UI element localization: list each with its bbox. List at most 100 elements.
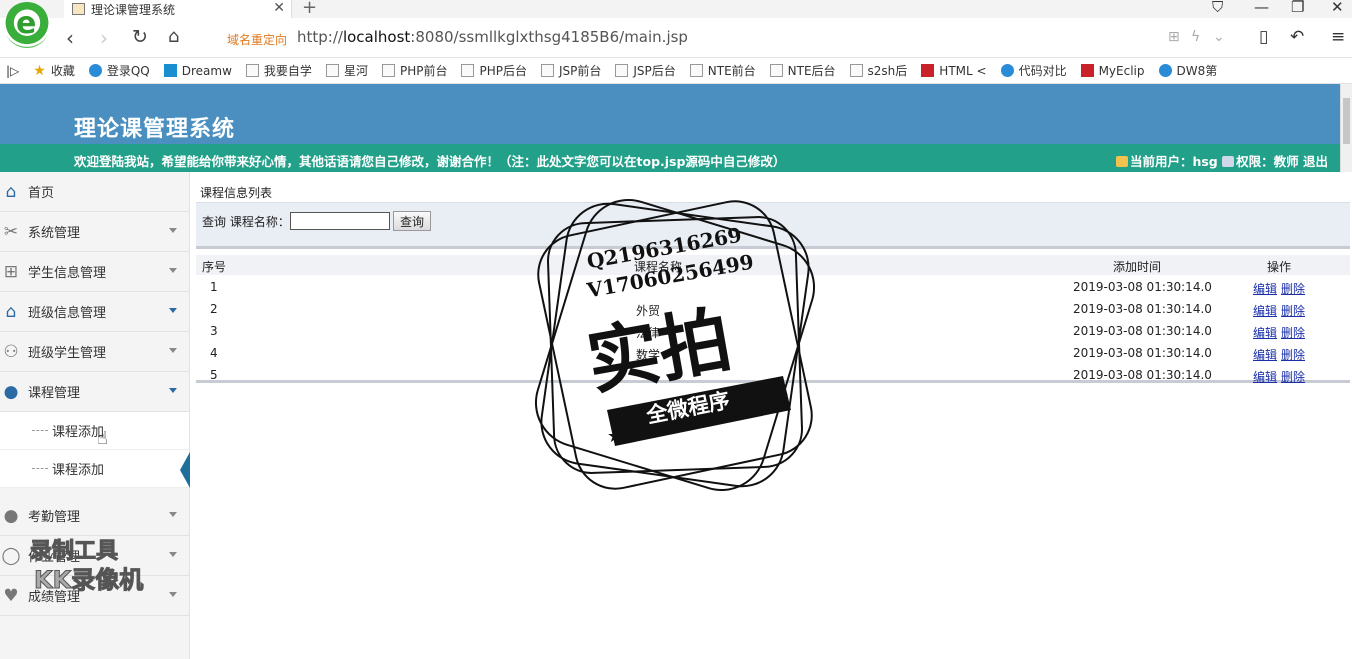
bookmark-item[interactable]: HTML < (921, 64, 987, 78)
sidebar-item-students[interactable]: ⊞ 学生信息管理 (0, 252, 189, 292)
browser-logo-icon: e (4, 2, 50, 48)
edit-link[interactable]: 编辑 (1253, 304, 1277, 318)
apps-grid-icon[interactable]: ⊞ (1168, 29, 1180, 45)
sidebar-item-grades[interactable]: ♥ 成绩管理 (0, 576, 189, 616)
page-icon (615, 64, 629, 77)
reload-icon[interactable]: ↻ (132, 26, 148, 48)
row-course-name: 法律 (636, 326, 661, 340)
tools-icon: ✂ (3, 221, 19, 242)
main-content: 课程信息列表 查询 课程名称： 查询 序号 课程名称 添加时间 操作 1 2019… (196, 172, 1352, 659)
column-header: 序号 (202, 260, 227, 274)
edit-link[interactable]: 编辑 (1253, 370, 1277, 384)
bookmark-item[interactable]: NTE后台 (769, 62, 836, 79)
tab-title: 理论课管理系统 (91, 2, 176, 17)
bookmark-item[interactable]: 我要自学 (245, 62, 312, 79)
close-window-icon[interactable]: ✕ (1331, 0, 1344, 16)
search-button[interactable]: 查询 (393, 211, 431, 231)
sidebar: ⌂ 首页 ✂ 系统管理 ⊞ 学生信息管理 ⌂ 班级信息管理 ⚇ 班级学生管理 ●… (0, 172, 190, 659)
back-icon[interactable]: ‹ (66, 26, 74, 50)
bookmark-item[interactable]: ★ 收藏 (33, 62, 75, 79)
maximize-icon[interactable]: ❐ (1291, 0, 1304, 16)
sidebar-subitem-course-add[interactable]: 课程添加 (0, 412, 189, 450)
bookmark-item[interactable]: PHP前台 (381, 62, 447, 79)
delete-link[interactable]: 删除 (1281, 282, 1305, 296)
course-name-search-input[interactable] (290, 212, 390, 230)
column-header: 添加时间 (1113, 260, 1162, 274)
page-icon (381, 64, 395, 77)
row-added-time: 2019-03-08 01:30:14.0 (1073, 302, 1212, 316)
row-course-name: 数学 (636, 348, 661, 362)
bookmarks-toggle-icon[interactable]: |▷ (6, 64, 19, 78)
bookmark-item[interactable]: JSP后台 (615, 62, 676, 79)
user-info: 当前用户：hsg 权限：教师 退出 (1115, 151, 1328, 170)
page-icon (689, 64, 703, 77)
reader-icon[interactable]: ▯ (1259, 27, 1268, 47)
course-table: 序号 课程名称 添加时间 操作 1 2019-03-08 01:30:14.0 编辑… (196, 246, 1350, 384)
table-row: 5 2019-03-08 01:30:14.0 编辑 删除 (196, 365, 1350, 387)
page-icon (325, 64, 339, 77)
delete-link[interactable]: 删除 (1281, 304, 1305, 318)
bookmark-item[interactable]: 星河 (325, 62, 368, 79)
delete-link[interactable]: 删除 (1281, 348, 1305, 362)
bookmark-item[interactable]: NTE前台 (689, 62, 756, 79)
header-scrollbar[interactable] (1340, 84, 1352, 172)
user-icon (1115, 156, 1128, 167)
bookmark-item[interactable]: 登录QQ (88, 62, 150, 79)
user-icon: ● (3, 381, 19, 402)
sidebar-item-attendance[interactable]: ● 考勤管理 (0, 496, 189, 536)
edit-link[interactable]: 编辑 (1253, 282, 1277, 296)
logout-link[interactable]: 退出 (1303, 154, 1328, 169)
sidebar-item-home[interactable]: ⌂ 首页 (0, 172, 189, 212)
row-number: 1 (210, 280, 218, 294)
bookmark-item[interactable]: PHP后台 (461, 62, 527, 79)
sidebar-item-homework[interactable]: ◯ 作业管理 (0, 536, 189, 576)
sidebar-item-system[interactable]: ✂ 系统管理 (0, 212, 189, 252)
row-added-time: 2019-03-08 01:30:14.0 (1073, 346, 1212, 360)
chat-icon: ◯ (1, 545, 21, 566)
sidebar-item-label: 课程管理 (28, 386, 81, 401)
delete-link[interactable]: 删除 (1281, 370, 1305, 384)
skin-icon[interactable]: ⛉ (1212, 0, 1223, 16)
bookmark-item[interactable]: DW8第 (1158, 62, 1217, 79)
sidebar-item-label: 系统管理 (28, 226, 81, 241)
active-indicator (180, 452, 190, 488)
star-icon: ★ (33, 62, 46, 79)
bookmark-item[interactable]: MyEclip (1080, 64, 1145, 78)
chevron-down-icon (169, 552, 177, 557)
row-actions: 编辑 删除 (1253, 368, 1305, 385)
url-field[interactable]: http://localhost:8080/ssmllkglxthsg4185B… (297, 28, 688, 46)
close-tab-icon[interactable]: ✕ (273, 0, 285, 16)
row-actions: 编辑 删除 (1253, 302, 1305, 319)
sidebar-item-class-students[interactable]: ⚇ 班级学生管理 (0, 332, 189, 372)
bookmark-item[interactable]: JSP前台 (540, 62, 601, 79)
chevron-down-icon (169, 348, 177, 353)
bookmark-item[interactable]: Dreamw (163, 64, 232, 78)
sidebar-subitem-course-add[interactable]: 课程添加 (0, 450, 189, 488)
edit-link[interactable]: 编辑 (1253, 326, 1277, 340)
myeclipse-icon (1080, 64, 1094, 77)
role-label: 权限：教师 (1236, 154, 1299, 169)
undo-icon[interactable]: ↶ (1290, 27, 1304, 47)
delete-link[interactable]: 删除 (1281, 326, 1305, 340)
user-icon: ● (3, 505, 19, 526)
sidebar-item-classes[interactable]: ⌂ 班级信息管理 (0, 292, 189, 332)
home-page-icon[interactable]: ⌂ (168, 26, 179, 47)
chevron-down-icon (169, 228, 177, 233)
new-tab-icon[interactable]: + (302, 0, 317, 18)
forward-icon[interactable]: › (100, 26, 108, 50)
bookmarks-bar: |▷ ★ 收藏 登录QQ Dreamw 我要自学 星河 PHP前台 PHP后台 J… (0, 58, 1352, 84)
app-title: 理论课管理系统 (74, 116, 236, 142)
menu-icon[interactable]: ≡ (1331, 27, 1345, 47)
lightning-icon[interactable]: ϟ (1191, 29, 1200, 45)
bookmark-item[interactable]: 代码对比 (1000, 62, 1067, 79)
edit-link[interactable]: 编辑 (1253, 348, 1277, 362)
bookmark-item[interactable]: s2sh后 (849, 62, 907, 79)
heart-icon: ♥ (3, 585, 19, 606)
chevron-down-icon[interactable]: ⌄ (1213, 29, 1225, 45)
scrollbar-thumb[interactable] (1343, 98, 1350, 144)
sidebar-item-courses[interactable]: ● 课程管理 (0, 372, 189, 412)
browser-tab[interactable]: 理论课管理系统 ✕ (64, 0, 292, 18)
minimize-icon[interactable]: — (1254, 0, 1269, 16)
chevron-down-icon (169, 592, 177, 597)
page-icon (769, 64, 783, 77)
